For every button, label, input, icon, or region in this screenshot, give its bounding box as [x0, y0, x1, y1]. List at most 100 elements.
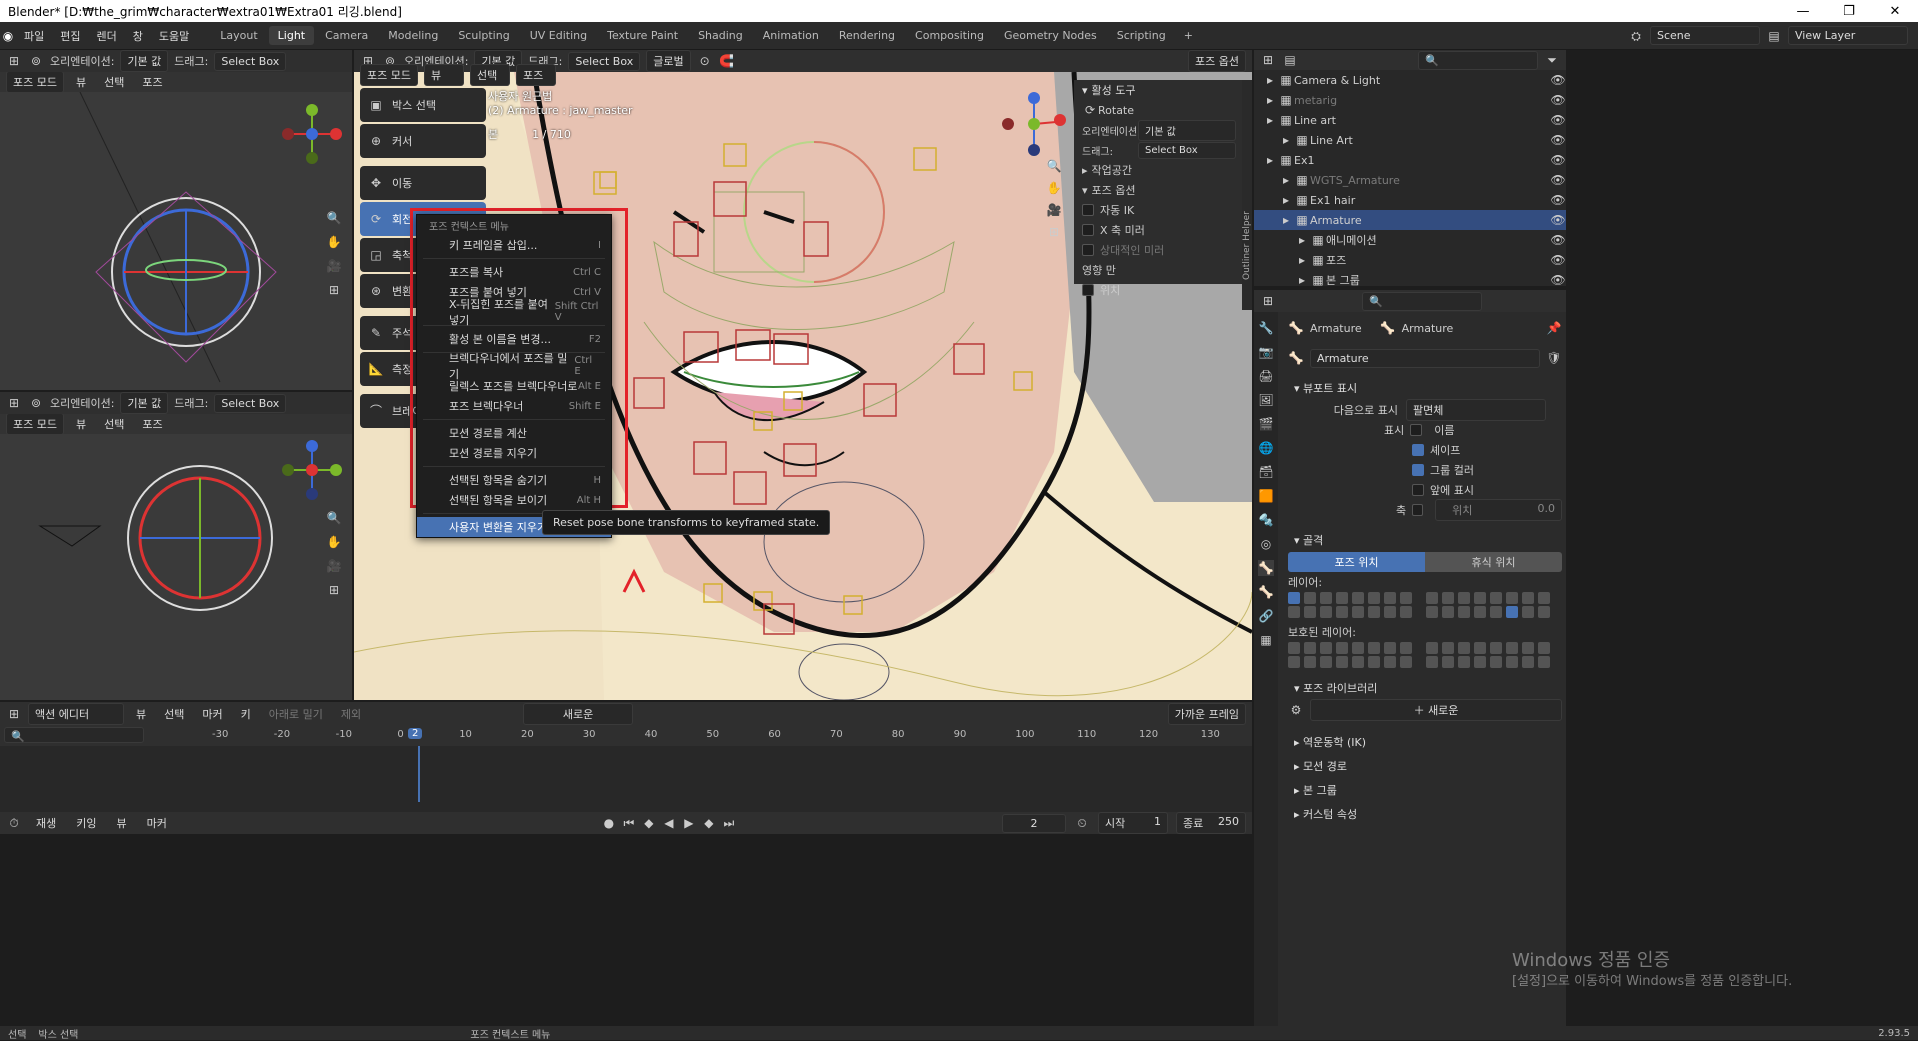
expand-arrow-icon[interactable]: ▸ [1262, 92, 1278, 108]
drag-dropdown[interactable]: Select Box [214, 393, 287, 413]
outliner-item[interactable]: ▸ ▦ Line Art 👁 [1254, 130, 1566, 150]
visibility-eye-icon[interactable]: 👁 [1550, 72, 1566, 88]
visibility-eye-icon[interactable]: 👁 [1550, 132, 1566, 148]
visibility-eye-icon[interactable]: 👁 [1550, 112, 1566, 128]
collection-tab-icon[interactable]: 🗃 [1258, 464, 1274, 480]
pin-icon[interactable]: 📌 [1546, 320, 1562, 336]
workspace-tab[interactable]: Shading [689, 26, 752, 45]
playhead[interactable] [418, 746, 420, 802]
axes-position-field[interactable]: 위치 0.0 [1435, 499, 1562, 521]
left-top-viewport[interactable]: ⊞ ⊚ 오리엔테이션: 기본 값 드래그: Select Box 포즈 모드 뷰… [0, 50, 352, 390]
context-menu-item[interactable]: 모션 경로를 지우기 [417, 443, 611, 463]
physics-tab-icon[interactable]: ◎ [1258, 536, 1274, 552]
push-down-button[interactable]: 아래로 밀기 [263, 704, 329, 724]
next-key-icon[interactable]: ◆ [701, 815, 717, 831]
context-menu-item[interactable]: 릴렉스 포즈를 브렉다우너로 Alt E [417, 376, 611, 396]
zoom-icon[interactable]: 🔍 [1046, 158, 1062, 174]
jump-end-icon[interactable]: ⏭ [721, 815, 737, 831]
visibility-eye-icon[interactable]: 👁 [1550, 172, 1566, 188]
left-bottom-viewport[interactable]: ⊞ ⊚ 오리엔테이션: 기본 값 드래그: Select Box 포즈 모드 뷰… [0, 392, 352, 700]
jump-start-icon[interactable]: ⏮ [621, 815, 637, 831]
select-menu[interactable]: 선택 [98, 414, 130, 434]
pan-hand-icon[interactable]: ✋ [326, 234, 342, 250]
bone-tab-icon[interactable]: 🦴 [1258, 584, 1274, 600]
current-frame-indicator[interactable]: 2 [408, 728, 423, 739]
expand-arrow-icon[interactable]: ▸ [1294, 232, 1310, 248]
context-menu-item[interactable]: X-뒤집힌 포즈를 붙여 넣기 Shift Ctrl V [417, 298, 611, 327]
expand-arrow-icon[interactable]: ▸ [1294, 272, 1310, 288]
playback-menu[interactable]: 재생 [30, 813, 62, 833]
clock-icon[interactable]: ⏲ [1074, 815, 1090, 831]
frame-ruler[interactable]: 🔍 -30 -20 -10 0 10 20 30 40 50 60 70 80 90 100 110 120 1… [0, 726, 1252, 746]
context-menu-item[interactable]: 선택된 항목을 숨기기 H [417, 470, 611, 490]
menu-item[interactable]: 도움말 [151, 28, 197, 44]
view-menu[interactable]: 뷰 [70, 72, 92, 92]
pose-menu[interactable]: 포즈 [515, 64, 556, 86]
snap-dropdown[interactable]: 가까운 프레임 [1167, 703, 1246, 725]
grid-view-icon[interactable]: ⊞ [1046, 224, 1062, 240]
stash-button[interactable]: 제외 [335, 704, 367, 724]
drag-dropdown[interactable]: Select Box [568, 51, 641, 71]
mode-dropdown[interactable]: 포즈 모드 [6, 414, 64, 434]
expand-arrow-icon[interactable]: ▸ [1278, 212, 1294, 228]
minimize-button[interactable]: — [1780, 4, 1826, 19]
transform-orientation-dropdown[interactable]: 글로벌 [646, 50, 691, 72]
visibility-eye-icon[interactable]: 👁 [1550, 232, 1566, 248]
outliner-item[interactable]: ▸ ▦ Ex1 hair 👁 [1254, 190, 1566, 210]
new-action-button[interactable]: 새로운 [523, 703, 634, 725]
outliner-item[interactable]: ▸ ▦ Camera & Light 👁 [1254, 70, 1566, 90]
menu-item[interactable]: 파일 [16, 28, 52, 44]
workspace-tab[interactable]: Sculpting [449, 26, 518, 45]
view-menu[interactable]: 뷰 [70, 414, 92, 434]
world-tab-icon[interactable]: 🌐 [1258, 440, 1274, 456]
scene-selector[interactable]: Scene [1650, 26, 1760, 45]
outliner-search[interactable]: 🔍 [1418, 50, 1538, 70]
sidebar-tabs[interactable]: Outliner Helper [1242, 80, 1252, 310]
fake-user-icon[interactable]: 🛡 [1546, 350, 1562, 366]
editor-type-icon[interactable]: ⏱ [6, 815, 22, 831]
expand-arrow-icon[interactable]: ▸ [1262, 152, 1278, 168]
channel-search[interactable]: 🔍 [4, 727, 144, 743]
workspace-section[interactable]: ▸ 작업공간 [1074, 160, 1242, 180]
start-frame-field[interactable]: 시작 1 [1098, 812, 1168, 834]
editor-type-icon[interactable]: ⊞ [6, 706, 22, 722]
tool-tab-icon[interactable]: 🔧 [1258, 320, 1274, 336]
workspace-tab[interactable]: Texture Paint [598, 26, 687, 45]
pose-menu[interactable]: 포즈 [136, 414, 168, 434]
rotate-tool[interactable]: ⟳ Rotate [1074, 100, 1242, 120]
scene-icon[interactable]: ⛭ [1628, 28, 1644, 44]
armature-data-tab-icon[interactable]: 🦴 [1258, 560, 1274, 576]
close-button[interactable]: ✕ [1872, 4, 1918, 19]
context-menu-item[interactable]: 포즈 브렉다우너 Shift E [417, 396, 611, 416]
tool-button[interactable]: ▣ 박스 선택 [360, 88, 486, 122]
workspace-tab[interactable]: Camera [316, 26, 377, 45]
expand-arrow-icon[interactable]: ▸ [1278, 132, 1294, 148]
context-menu-item[interactable]: 활성 본 이름을 변경... F2 [417, 329, 611, 349]
new-pose-library-button[interactable]: ＋ 새로운 [1310, 699, 1562, 721]
x-mirror-checkbox[interactable]: X 축 미러 [1074, 220, 1242, 240]
scene-tab-icon[interactable]: 🎬 [1258, 416, 1274, 432]
select-menu[interactable]: 선택 [98, 72, 130, 92]
modifier-tab-icon[interactable]: 🔩 [1258, 512, 1274, 528]
context-menu-item[interactable]: 포즈를 복사 Ctrl C [417, 262, 611, 282]
visibility-eye-icon[interactable]: 👁 [1550, 92, 1566, 108]
pose-library-section[interactable]: ▾ 포즈 라이브러리 [1284, 676, 1562, 700]
drag-dropdown[interactable]: Select Box [1138, 141, 1236, 159]
orientation-dropdown[interactable]: 기본 값 [120, 392, 169, 414]
workspace-tab[interactable]: UV Editing [521, 26, 596, 45]
auto-ik-checkbox[interactable]: 자동 IK [1074, 200, 1242, 220]
expand-arrow-icon[interactable]: ▸ [1278, 172, 1294, 188]
in-front-checkbox[interactable]: 앞에 표시 [1284, 480, 1562, 500]
bone-groups-section[interactable]: ▸ 본 그룹 [1284, 778, 1562, 802]
camera-view-icon[interactable]: 🎥 [326, 558, 342, 574]
editor-type-icon[interactable]: ⊞ [6, 395, 22, 411]
workspace-tab[interactable]: Geometry Nodes [995, 26, 1106, 45]
workspace-tab[interactable]: Layout [211, 26, 266, 45]
orientation-dropdown[interactable]: 기본 값 [1138, 119, 1236, 141]
expand-arrow-icon[interactable]: ▸ [1262, 72, 1278, 88]
mode-dropdown[interactable]: 포즈 모드 [6, 72, 64, 92]
layers-grid[interactable] [1284, 592, 1562, 618]
mode-dropdown[interactable]: 포즈 모드 [360, 64, 418, 86]
display-as-dropdown[interactable]: 팔면체 [1406, 399, 1546, 421]
constraint-tab-icon[interactable]: 🔗 [1258, 608, 1274, 624]
